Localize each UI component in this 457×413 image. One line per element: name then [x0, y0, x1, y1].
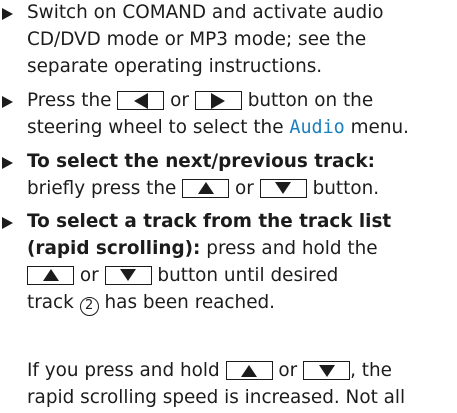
audio-menu-name: Audio — [289, 116, 345, 138]
instruction-line: separate operating instructions. — [27, 55, 323, 77]
down-button-icon — [303, 361, 351, 380]
instruction-line: CD/DVD mode or MP3 mode; see the — [27, 28, 367, 50]
text: briefly press the — [27, 177, 177, 199]
left-button-icon — [117, 91, 165, 110]
text: or — [278, 360, 298, 381]
note-line: rapid scrolling speed is increased. Not … — [27, 386, 406, 408]
up-button-icon — [225, 361, 273, 380]
instruction-line: Switch on COMAND and activate audio — [27, 2, 384, 23]
right-button-icon — [194, 91, 242, 110]
text: , the — [350, 360, 392, 381]
bullet-arrow-icon — [2, 216, 13, 229]
text: If you press and hold — [27, 360, 220, 381]
up-button-icon — [27, 265, 74, 285]
instruction-next-previous-track: To select the next/previous track: brief… — [2, 149, 457, 203]
callout-number: 2 — [79, 296, 99, 316]
text: button. — [312, 177, 380, 199]
instruction-heading: To select the next/previous track: — [27, 151, 375, 172]
text: or — [79, 264, 99, 286]
scrolling-speed-note: If you press and hold or , the rapid scr… — [27, 358, 457, 412]
bullet-arrow-icon — [2, 95, 13, 108]
text: button until desired — [157, 264, 339, 286]
text: button on the — [247, 90, 374, 111]
text: menu. — [350, 116, 410, 138]
down-button-icon — [259, 178, 307, 198]
bullet-arrow-icon — [2, 156, 13, 169]
instruction-rapid-scrolling: To select a track from the track list (r… — [2, 209, 457, 317]
text: has been reached. — [104, 291, 276, 313]
bullet-arrow-icon — [2, 7, 13, 20]
manual-page: Switch on COMAND and activate audio CD/D… — [0, 0, 457, 413]
text: Press the — [27, 90, 112, 111]
text: or — [235, 177, 254, 199]
instruction-heading: To select a track from the track list — [27, 211, 392, 232]
instruction-select-audio-menu: Press the or button on the steering whee… — [2, 88, 457, 142]
text: or — [170, 90, 189, 111]
up-button-icon — [182, 178, 230, 198]
instruction-heading: (rapid scrolling): — [27, 237, 201, 259]
instruction-switch-on: Switch on COMAND and activate audio CD/D… — [2, 0, 457, 81]
text: steering wheel to select the — [27, 116, 284, 138]
text: press and hold the — [206, 237, 378, 259]
down-button-icon — [104, 265, 152, 285]
text: track — [27, 291, 74, 313]
